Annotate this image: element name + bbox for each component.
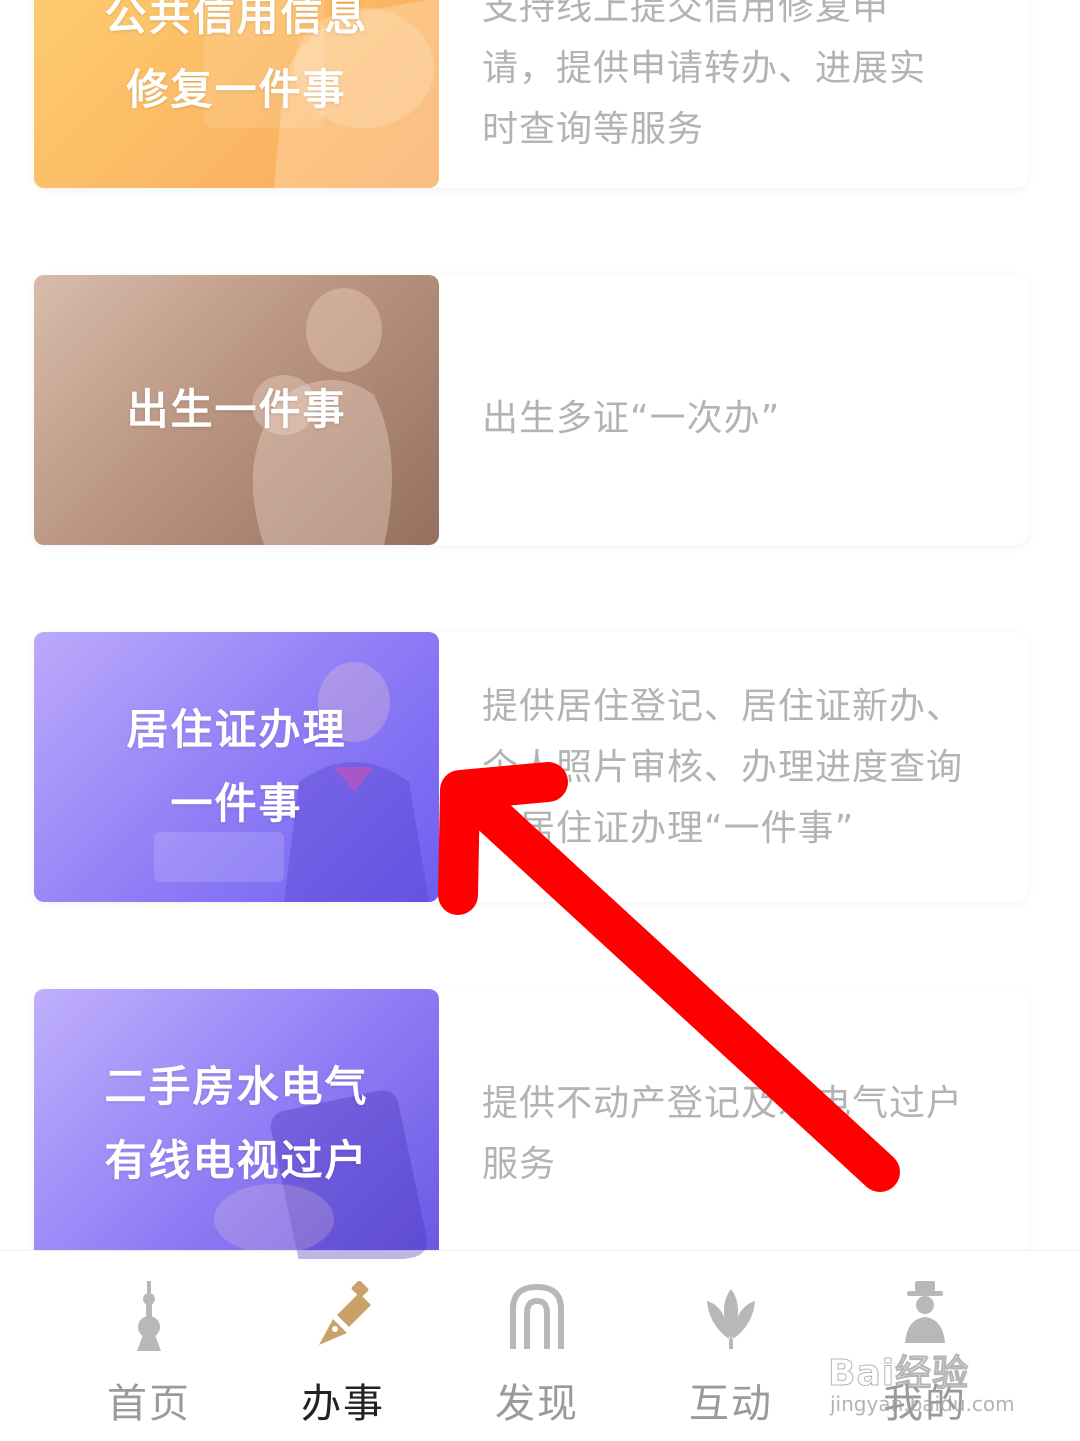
baidu-jingyan-watermark: Bai经验 jingyan.baidu.com (827, 1344, 1028, 1424)
service-card-birth[interactable]: 出生一件事 出生多证“一次办” (34, 275, 1028, 545)
tab-label: 互动 (689, 1381, 773, 1427)
description-line: 支持线上提交信用修复申 (482, 0, 890, 28)
card-title-line: 一件事 (170, 779, 303, 828)
watermark-text: Bai经验 (827, 1353, 970, 1395)
service-card-credit-repair[interactable]: 公共信用信息 修复一件事 支持线上提交信用修复申 请，提供申请转办、进展实 时查… (34, 0, 1028, 188)
card-description: 提供居住登记、居住证新办、个人照片审核、办理进度查询等居住证办理“一件事” (482, 632, 992, 902)
service-card-residence-permit[interactable]: 居住证办理 一件事 提供居住登记、居住证新办、个人照片审核、办理进度查询等居住证… (34, 632, 1028, 902)
card-title-line: 有线电视过户 (104, 1136, 369, 1185)
card-title-line: 出生一件事 (126, 385, 347, 434)
tab-services[interactable]: 办事 (246, 1251, 440, 1441)
tab-interact[interactable]: 互动 (634, 1251, 828, 1441)
watermark-subtext: jingyan.baidu.com (830, 1392, 1015, 1416)
tab-discover[interactable]: 发现 (440, 1251, 634, 1441)
description-line: 时查询等服务 (482, 109, 705, 150)
card-image-residence-permit: 居住证办理 一件事 (34, 632, 439, 902)
description-line: 服务 (482, 1144, 557, 1185)
person-hat-icon (905, 1281, 945, 1343)
tab-label: 发现 (495, 1381, 579, 1427)
magnolia-flower-icon (707, 1289, 755, 1349)
description-line: 提供不动产登记及水电气过户 (482, 1083, 964, 1124)
card-title-line: 修复一件事 (126, 65, 347, 114)
card-description: 提供不动产登记及水电气过户 服务 (482, 999, 992, 1269)
card-image-credit-repair: 公共信用信息 修复一件事 (34, 0, 439, 188)
arch-building-icon (510, 1283, 564, 1349)
card-description: 出生多证“一次办” (482, 283, 992, 553)
tab-label: 首页 (107, 1381, 191, 1427)
oriental-pearl-tower-icon (137, 1281, 161, 1351)
description-line: 出生多证“一次办” (482, 397, 781, 439)
description-line: 请，提供申请转办、进展实 (482, 48, 927, 89)
fountain-pen-icon (319, 1281, 371, 1345)
description-text: 提供居住登记、居住证新办、个人照片审核、办理进度查询等居住证办理“一件事” (482, 685, 964, 849)
card-description: 支持线上提交信用修复申 请，提供申请转办、进展实 时查询等服务 (482, 0, 992, 188)
tab-label: 办事 (301, 1381, 385, 1427)
card-title-line: 公共信用信息 (104, 0, 369, 40)
card-title-line: 居住证办理 (126, 705, 347, 754)
card-image-birth: 出生一件事 (34, 275, 439, 545)
card-title-line: 二手房水电气 (104, 1062, 369, 1111)
tab-home[interactable]: 首页 (52, 1251, 246, 1441)
service-card-housing-transfer[interactable]: 二手房水电气 有线电视过户 提供不动产登记及水电气过户 服务 (34, 989, 1028, 1259)
card-image-housing-transfer: 二手房水电气 有线电视过户 (34, 989, 439, 1259)
